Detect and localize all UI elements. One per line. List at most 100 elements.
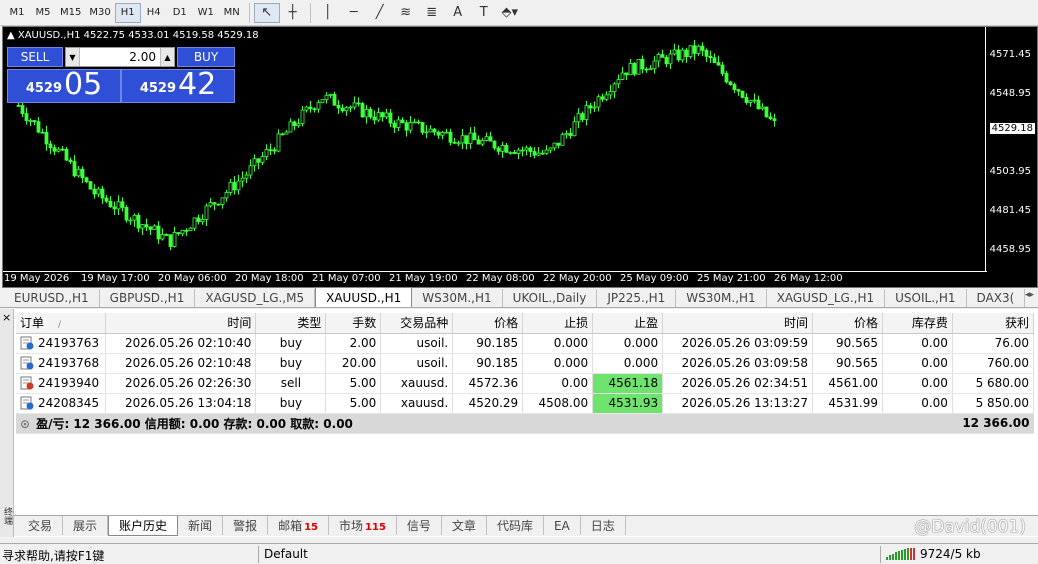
- chart-tab[interactable]: XAGUSD_LG.,M5: [195, 289, 316, 307]
- shapes-dropdown-icon[interactable]: ⬘▾: [497, 3, 523, 23]
- column-header[interactable]: 手数: [325, 313, 382, 334]
- connection-status[interactable]: 9724/5 kb: [886, 547, 981, 561]
- timeframe-m15-button[interactable]: M15: [56, 3, 85, 23]
- cell-ticket: 24193768: [16, 353, 107, 374]
- buy-button[interactable]: BUY: [177, 47, 235, 67]
- candle-body: [620, 72, 625, 80]
- equidistant-channel-icon[interactable]: ≋: [393, 3, 419, 23]
- column-header[interactable]: 止损: [522, 313, 594, 334]
- timeframe-w1-button[interactable]: W1: [193, 3, 219, 23]
- volume-dropdown-icon[interactable]: ▼: [66, 48, 80, 66]
- horizontal-line-icon[interactable]: ─: [341, 3, 367, 23]
- table-row[interactable]: 24208345 2026.05.26 13:04:18 buy 5.00 xauusd…: [16, 393, 1035, 414]
- column-header[interactable]: 订单 /: [16, 313, 107, 334]
- price-chart[interactable]: ▲ XAUUSD.,H1 4522.75 4533.01 4519.58 452…: [2, 26, 1038, 288]
- cell-swap: 0.00: [882, 393, 953, 414]
- sell-button[interactable]: SELL: [7, 47, 63, 67]
- toolbar-separator: [309, 2, 311, 23]
- terminal-tab[interactable]: 日志: [581, 516, 626, 535]
- text-icon[interactable]: A: [445, 3, 471, 23]
- column-header[interactable]: 交易品种: [380, 313, 454, 334]
- candle-body: [24, 113, 29, 121]
- candle-body: [96, 188, 101, 195]
- candle-body: [716, 62, 721, 66]
- table-row[interactable]: 24193940 2026.05.26 02:26:30 sell 5.00 xauus…: [16, 373, 1035, 394]
- terminal-tab[interactable]: 市场 115: [329, 516, 397, 535]
- candle-body: [680, 49, 685, 61]
- column-header[interactable]: 价格: [452, 313, 524, 334]
- candle-body: [144, 224, 149, 228]
- column-header[interactable]: 库存费: [882, 313, 953, 334]
- terminal-tab[interactable]: 交易: [18, 516, 64, 535]
- candle-body: [412, 121, 417, 124]
- terminal-tab[interactable]: 邮箱 15: [268, 516, 330, 535]
- terminal-tab[interactable]: 文章: [442, 516, 487, 535]
- time-axis[interactable]: 19 May 2026 19 May 17:00 20 May 06:00 20 Ma…: [3, 271, 987, 287]
- candle-body: [600, 96, 605, 100]
- column-header[interactable]: 止盈: [592, 313, 664, 334]
- chart-tab[interactable]: WS30M.,H1: [676, 289, 767, 307]
- candle-body: [308, 106, 313, 110]
- chart-tab[interactable]: XAUUSD.,H1: [315, 287, 413, 307]
- chart-tab[interactable]: UKOIL.,Daily: [503, 289, 598, 307]
- terminal-tab[interactable]: 展示: [63, 516, 109, 535]
- terminal-tab[interactable]: EA: [544, 516, 581, 535]
- candle-body: [224, 192, 229, 199]
- volume-increase-icon[interactable]: ▲: [160, 48, 174, 66]
- close-icon[interactable]: ×: [2, 311, 11, 324]
- table-row[interactable]: 24193763 2026.05.26 02:10:40 buy 2.00 usoil.…: [16, 333, 1035, 354]
- trendline-icon[interactable]: ╱: [367, 3, 393, 23]
- candle-body: [728, 81, 733, 85]
- column-header[interactable]: 时间: [105, 313, 257, 334]
- volume-input[interactable]: 2.00: [80, 50, 160, 64]
- terminal-tab[interactable]: 警报: [223, 516, 269, 535]
- timeframe-mn-button[interactable]: MN: [219, 3, 245, 23]
- cell-sl: 0.000: [522, 353, 594, 374]
- chart-tab[interactable]: XAGUSD_LG.,H1: [767, 289, 886, 307]
- chart-tab[interactable]: WS30M.,H1: [412, 289, 503, 307]
- timeframe-m30-button[interactable]: M30: [85, 3, 114, 23]
- chart-tab[interactable]: JP225.,H1: [597, 289, 677, 307]
- terminal-label: 终端: [2, 507, 12, 525]
- sell-price-button[interactable]: 4529 05: [7, 69, 121, 103]
- fibonacci-icon[interactable]: ≣: [419, 3, 445, 23]
- chart-tab[interactable]: GBPUSD.,H1: [100, 289, 196, 307]
- current-price-label: 4529.18: [989, 123, 1035, 134]
- column-header[interactable]: 类型: [255, 313, 327, 334]
- timeframe-m5-button[interactable]: M5: [30, 3, 56, 23]
- terminal-tab[interactable]: 新闻: [178, 516, 224, 535]
- timeframe-h4-button[interactable]: H4: [141, 3, 167, 23]
- candle-body: [176, 232, 181, 235]
- candle-body: [392, 122, 397, 128]
- price-tick-label: 4571.45: [989, 49, 1031, 60]
- timeframe-h1-button[interactable]: H1: [114, 2, 141, 23]
- cell-type: buy: [255, 353, 327, 374]
- table-row[interactable]: 24193768 2026.05.26 02:10:48 buy 20.00 usoil…: [16, 353, 1035, 374]
- tab-scroll-arrows-icon[interactable]: ◂▸: [1025, 290, 1034, 300]
- status-profile[interactable]: Default: [264, 547, 308, 561]
- timeframe-d1-button[interactable]: D1: [167, 3, 193, 23]
- terminal-tab[interactable]: 账户历史: [108, 516, 179, 536]
- terminal-tab[interactable]: 信号: [397, 516, 442, 535]
- candle-body: [156, 225, 161, 240]
- candle-body: [756, 99, 761, 110]
- timeframe-m1-button[interactable]: M1: [4, 3, 30, 23]
- vertical-line-icon[interactable]: │: [315, 3, 341, 23]
- candle-body: [764, 106, 769, 118]
- time-tick-label: 19 May 17:00: [81, 273, 150, 284]
- candle-body: [708, 55, 713, 59]
- text-label-icon[interactable]: T: [471, 3, 497, 23]
- candle-body: [652, 60, 657, 70]
- cursor-icon[interactable]: ↖: [253, 2, 280, 23]
- column-header[interactable]: 时间: [662, 313, 814, 334]
- column-header[interactable]: 获利: [952, 313, 1035, 334]
- chart-tab[interactable]: DAX3(: [967, 289, 1026, 307]
- chart-tab[interactable]: USOIL.,H1: [885, 289, 967, 307]
- chart-tab[interactable]: EURUSD.,H1: [4, 289, 100, 307]
- volume-stepper[interactable]: ▼ 2.00 ▲: [65, 47, 175, 67]
- crosshair-icon[interactable]: ┼: [280, 3, 306, 23]
- price-axis[interactable]: 4529.18 4571.45 4548.95 4503.95 4481.45 4458…: [985, 27, 1037, 271]
- buy-price-button[interactable]: 4529 42: [121, 69, 235, 103]
- column-header[interactable]: 价格: [812, 313, 883, 334]
- terminal-tab[interactable]: 代码库: [487, 516, 544, 535]
